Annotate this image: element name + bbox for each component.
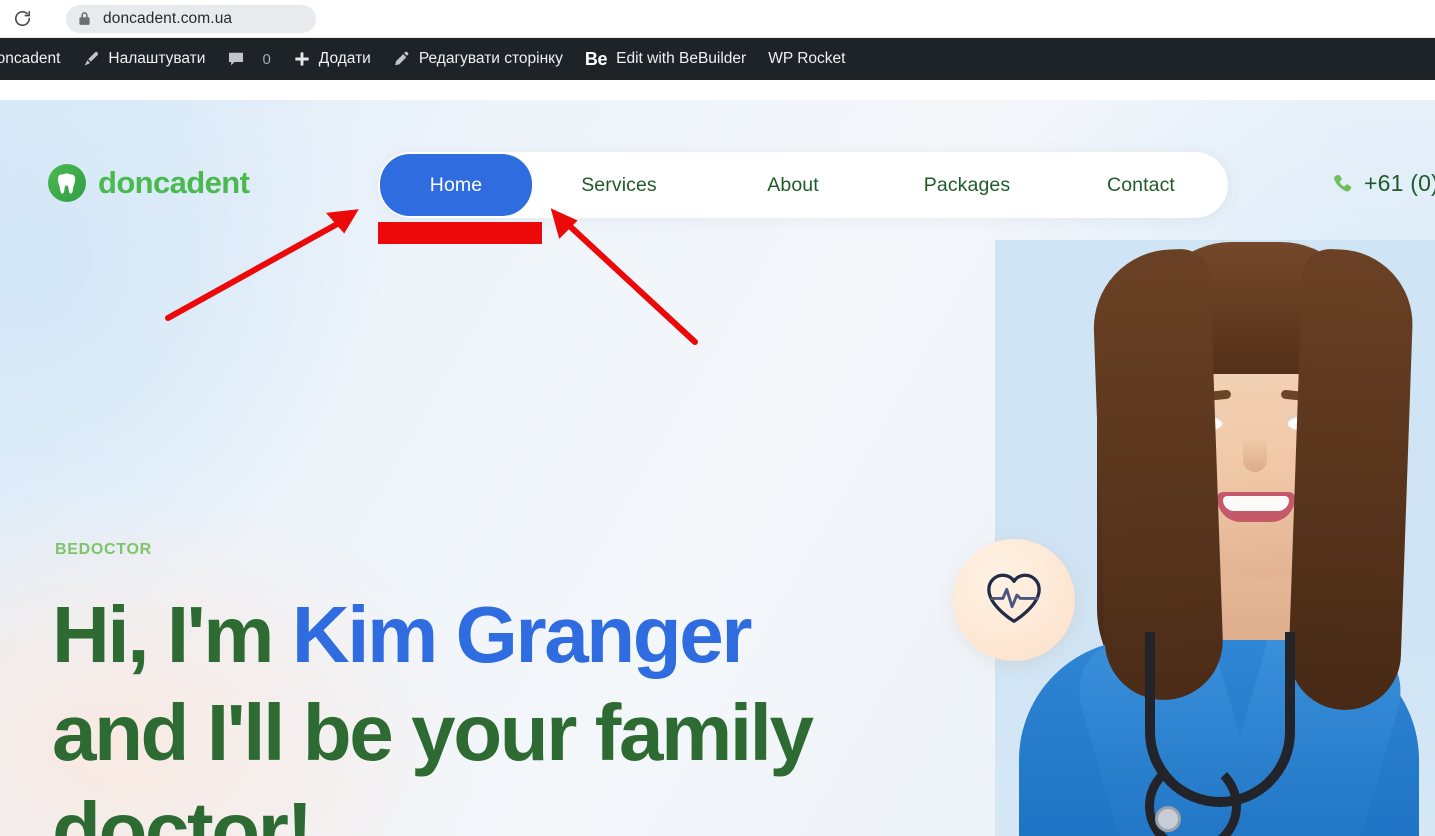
lock-icon: [78, 11, 91, 26]
heartbeat-icon: [983, 569, 1045, 632]
plus-icon: [293, 50, 311, 68]
header-phone[interactable]: +61 (0): [1330, 170, 1435, 197]
adminbar-bebuilder[interactable]: Be Edit with BeBuilder: [585, 38, 746, 80]
adminbar-edit-page[interactable]: Редагувати сторінку: [393, 38, 563, 80]
headline-part-name: Kim Granger: [291, 590, 753, 679]
adminbar-wp-rocket-label: WP Rocket: [768, 50, 846, 67]
adminbar-wp-rocket[interactable]: WP Rocket: [768, 38, 845, 80]
hero-eyebrow: BEDOCTOR: [55, 541, 152, 558]
annotation-highlight-bar: [378, 222, 542, 244]
header-phone-number: +61 (0): [1364, 170, 1435, 196]
adminbar-customize[interactable]: Налаштувати: [82, 38, 205, 80]
nav-item-packages[interactable]: Packages: [880, 159, 1054, 211]
adminbar-edit-page-label: Редагувати сторінку: [418, 50, 563, 67]
wp-admin-bar: doncadent Налаштувати 0: [0, 38, 1435, 80]
nav-item-about[interactable]: About: [706, 159, 880, 211]
adminbar-bebuilder-label: Edit with BeBuilder: [616, 50, 747, 67]
pencil-icon: [393, 50, 411, 68]
address-bar[interactable]: doncadent.com.ua: [66, 4, 316, 33]
site-logo[interactable]: doncadent: [48, 164, 250, 202]
reload-button[interactable]: [6, 3, 38, 35]
paintbrush-icon: [82, 50, 100, 68]
headline-line-3: doctor!: [52, 786, 313, 836]
adminbar-comment-count: 0: [262, 50, 271, 68]
adminbar-site-name[interactable]: doncadent: [0, 38, 60, 80]
adminbar-site-label: doncadent: [0, 50, 61, 67]
headline-line-2: and I'll be your family: [52, 688, 814, 777]
nav-item-contact[interactable]: Contact: [1054, 159, 1228, 211]
main-navigation: Home Services About Packages Contact: [378, 152, 1228, 218]
bebuilder-icon: Be: [584, 48, 608, 69]
site-logo-text: doncadent: [98, 165, 250, 200]
tooth-icon: [48, 164, 86, 202]
comment-bubble-icon: [227, 50, 245, 68]
adminbar-customize-label: Налаштувати: [108, 50, 206, 67]
phone-icon: [1330, 172, 1354, 196]
headline-part-greeting: Hi, I'm: [52, 590, 292, 679]
adminbar-comments[interactable]: 0: [227, 38, 271, 80]
heartbeat-badge: [953, 539, 1075, 661]
adminbar-new-content[interactable]: Додати: [293, 38, 371, 80]
browser-toolbar: doncadent.com.ua: [0, 0, 1435, 38]
nav-item-services[interactable]: Services: [532, 159, 706, 211]
url-text: doncadent.com.ua: [103, 9, 233, 27]
page-root: doncadent.com.ua doncadent Налаштувати: [0, 0, 1435, 836]
hero-headline: Hi, I'm Kim Granger and I'll be your fam…: [52, 586, 882, 836]
adminbar-new-label: Додати: [318, 50, 371, 67]
nav-item-home[interactable]: Home: [380, 154, 532, 216]
doctor-photo: [995, 240, 1435, 836]
